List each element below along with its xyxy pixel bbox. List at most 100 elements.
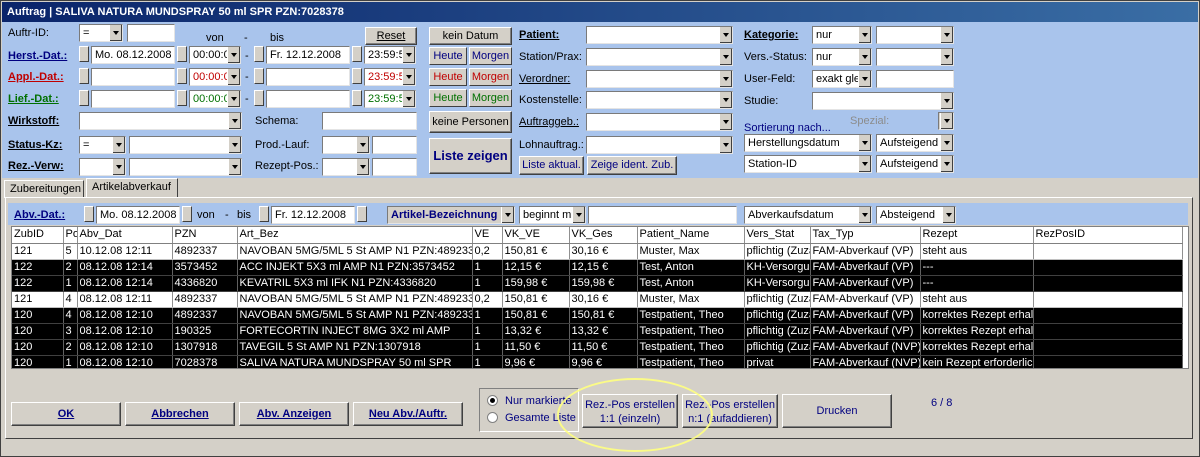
patient-select[interactable]	[586, 26, 733, 44]
kategorie-select[interactable]	[876, 26, 954, 44]
chevron-down-icon[interactable]	[109, 25, 122, 41]
column-header[interactable]: Abv_Dat	[77, 227, 173, 244]
sort-dir-2[interactable]: Aufsteigend	[876, 155, 954, 173]
rezpos-einzeln-button[interactable]: Rez.-Pos erstellen 1:1 (einzeln)	[582, 394, 678, 428]
chevron-down-icon[interactable]	[402, 91, 415, 107]
ok-button[interactable]: OK	[11, 402, 121, 426]
chevron-down-icon[interactable]	[719, 49, 732, 65]
chevron-down-icon[interactable]	[227, 69, 240, 85]
abv-dir-select[interactable]: Absteigend	[876, 206, 956, 224]
liste-zeigen-button[interactable]: Liste zeigen	[429, 138, 512, 174]
tab-zubereitungen[interactable]: Zubereitungen	[4, 180, 84, 198]
column-header[interactable]: RezPosID	[1033, 227, 1183, 244]
chevron-down-icon[interactable]	[402, 69, 415, 85]
vers-status-select[interactable]	[876, 48, 954, 66]
radio-gesamte-liste-label[interactable]: Gesamte Liste	[505, 411, 576, 425]
chevron-down-icon[interactable]	[719, 137, 732, 153]
herst-from-time[interactable]: 00:00:0	[189, 46, 241, 64]
chevron-down-icon[interactable]	[940, 135, 953, 151]
abv-field-select[interactable]: Artikel-Bezeichnung	[387, 206, 515, 224]
lief-heute-button[interactable]: Heute	[429, 89, 467, 107]
chevron-down-icon[interactable]	[228, 159, 241, 175]
chevron-down-icon[interactable]	[227, 91, 240, 107]
date-toggle[interactable]	[79, 90, 89, 106]
chevron-down-icon[interactable]	[356, 137, 369, 153]
appl-from-date[interactable]	[91, 68, 175, 86]
column-header[interactable]: Rezept	[920, 227, 1034, 244]
prod-lauf-select[interactable]	[322, 136, 370, 154]
station-select[interactable]	[586, 48, 733, 66]
chevron-down-icon[interactable]	[112, 159, 125, 175]
chevron-down-icon[interactable]	[940, 49, 953, 65]
column-header[interactable]: Po	[63, 227, 78, 244]
date-toggle[interactable]	[254, 90, 264, 106]
chevron-down-icon[interactable]	[942, 207, 955, 223]
appl-morgen-button[interactable]: Morgen	[469, 68, 512, 86]
date-toggle[interactable]	[352, 68, 362, 84]
herst-to-time[interactable]: 23:59:5	[364, 46, 416, 64]
chevron-down-icon[interactable]	[228, 113, 241, 129]
zeige-ident-button[interactable]: Zeige ident. Zub.	[587, 156, 677, 175]
lief-to-time[interactable]: 23:59:5	[364, 90, 416, 108]
chevron-down-icon[interactable]	[402, 47, 415, 63]
table-row[interactable]: 121 4 08.12.08 12:11 4892337 NAVOBAN 5MG/5ML…	[12, 291, 1183, 308]
table-row[interactable]: 120 4 08.12.08 12:10 4892337 NAVOBAN 5MG/5ML…	[12, 307, 1183, 324]
chevron-down-icon[interactable]	[356, 159, 369, 175]
sort-dir-1[interactable]: Aufsteigend	[876, 134, 954, 152]
table-row[interactable]: 120 1 08.12.08 12:10 7028378 SALIVA NATURA M…	[12, 355, 1183, 368]
verordner-select[interactable]	[586, 70, 733, 88]
rezept-pos-input[interactable]	[372, 158, 417, 176]
appl-heute-button[interactable]: Heute	[429, 68, 467, 86]
column-header[interactable]: Art_Bez	[237, 227, 473, 244]
kostenstelle-select[interactable]	[586, 91, 733, 109]
table-row[interactable]: 120 2 08.12.08 12:10 1307918 TAVEGIL 5 St AM…	[12, 339, 1183, 356]
rezept-pos-select[interactable]	[322, 158, 370, 176]
column-header[interactable]: Patient_Name	[637, 227, 745, 244]
herst-to-date[interactable]: Fr. 12.12.2008	[266, 46, 350, 64]
kein-datum-button[interactable]: kein Datum	[429, 27, 512, 45]
liste-aktual-button[interactable]: Liste aktual.	[519, 156, 584, 175]
abv-anzeigen-button[interactable]: Abv. Anzeigen	[239, 402, 349, 426]
chevron-down-icon[interactable]	[940, 27, 953, 43]
appl-from-time[interactable]: 00:00:0	[189, 68, 241, 86]
date-toggle[interactable]	[177, 46, 187, 62]
date-toggle[interactable]	[259, 206, 269, 222]
column-header[interactable]: VE	[472, 227, 503, 244]
user-feld-operator[interactable]: exakt gle	[812, 70, 872, 88]
chevron-down-icon[interactable]	[501, 207, 514, 223]
date-toggle[interactable]	[254, 46, 264, 62]
neu-abv-button[interactable]: Neu Abv./Auftr.	[353, 402, 463, 426]
status-kz-select[interactable]	[129, 136, 242, 154]
chevron-down-icon[interactable]	[719, 114, 732, 130]
column-header[interactable]: PZN	[172, 227, 238, 244]
chevron-down-icon[interactable]	[719, 27, 732, 43]
chevron-down-icon[interactable]	[940, 113, 953, 129]
rez-verw-select[interactable]	[129, 158, 242, 176]
lief-from-date[interactable]	[91, 90, 175, 108]
column-header[interactable]: ZubID	[12, 227, 64, 244]
herst-morgen-button[interactable]: Morgen	[469, 47, 512, 65]
abv-operator-select[interactable]: beginnt mi	[519, 206, 586, 224]
abv-to-date[interactable]: Fr. 12.12.2008	[271, 206, 355, 224]
appl-to-time[interactable]: 23:59:5	[364, 68, 416, 86]
prod-lauf-input[interactable]	[372, 136, 417, 154]
auftr-id-input[interactable]	[127, 24, 175, 42]
chevron-down-icon[interactable]	[572, 207, 585, 223]
user-feld-input[interactable]	[876, 70, 954, 88]
wirkstoff-select[interactable]	[79, 112, 242, 130]
chevron-down-icon[interactable]	[858, 135, 871, 151]
column-header[interactable]: VK_VE	[502, 227, 570, 244]
chevron-down-icon[interactable]	[858, 71, 871, 87]
drucken-button[interactable]: Drucken	[782, 394, 892, 428]
appl-to-date[interactable]	[266, 68, 350, 86]
chevron-down-icon[interactable]	[719, 92, 732, 108]
chevron-down-icon[interactable]	[858, 156, 871, 172]
kategorie-operator[interactable]: nur	[812, 26, 872, 44]
chevron-down-icon[interactable]	[228, 137, 241, 153]
date-toggle[interactable]	[352, 46, 362, 62]
lohnauftrag-select[interactable]	[586, 136, 733, 154]
column-header[interactable]: Vers_Stat	[744, 227, 811, 244]
chevron-down-icon[interactable]	[858, 49, 871, 65]
herst-heute-button[interactable]: Heute	[429, 47, 467, 65]
rezpos-aufaddieren-button[interactable]: Rez.-Pos erstellen n:1 (aufaddieren)	[682, 394, 778, 428]
